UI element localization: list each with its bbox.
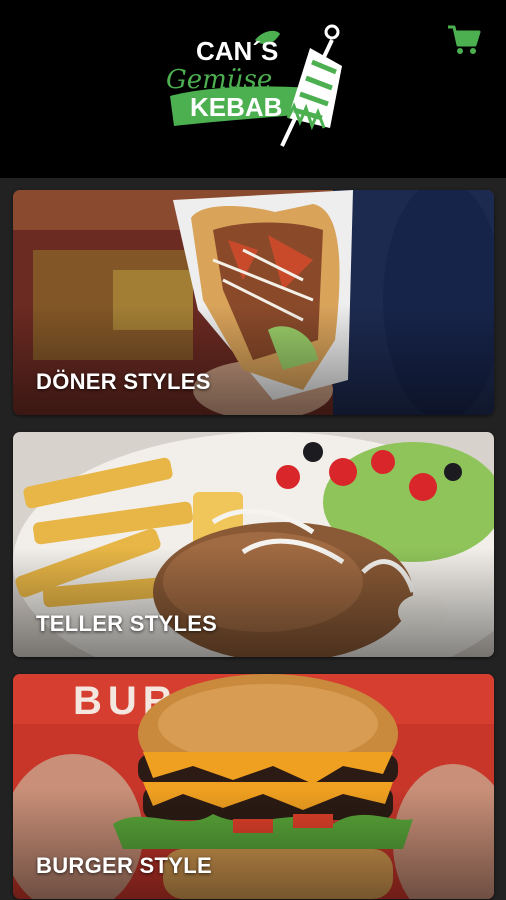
category-label: DÖNER STYLES	[36, 369, 211, 394]
category-card-teller[interactable]: TELLER STYLES	[13, 432, 494, 657]
cans-gemuese-kebab-logo[interactable]: CAN´S Gemüse KEBAB	[160, 18, 350, 152]
category-label: BURGER STYLE	[36, 853, 212, 878]
shopping-cart-icon	[448, 25, 481, 54]
svg-text:KEBAB: KEBAB	[190, 92, 282, 122]
category-label: TELLER STYLES	[36, 611, 218, 636]
cart-button[interactable]	[444, 20, 484, 60]
svg-text:Gemüse: Gemüse	[166, 65, 272, 95]
kebab-skewer-icon	[280, 24, 342, 147]
app-header: CAN´S Gemüse KEBAB	[0, 0, 506, 178]
category-list: DÖNER STYLES TELLER STYLES BURGER STYLE	[0, 178, 506, 900]
svg-text:CAN´S: CAN´S	[196, 36, 278, 66]
category-card-burger[interactable]: BURGER BURGER STYLE	[13, 674, 494, 899]
category-card-doener[interactable]: DÖNER STYLES	[13, 190, 494, 415]
